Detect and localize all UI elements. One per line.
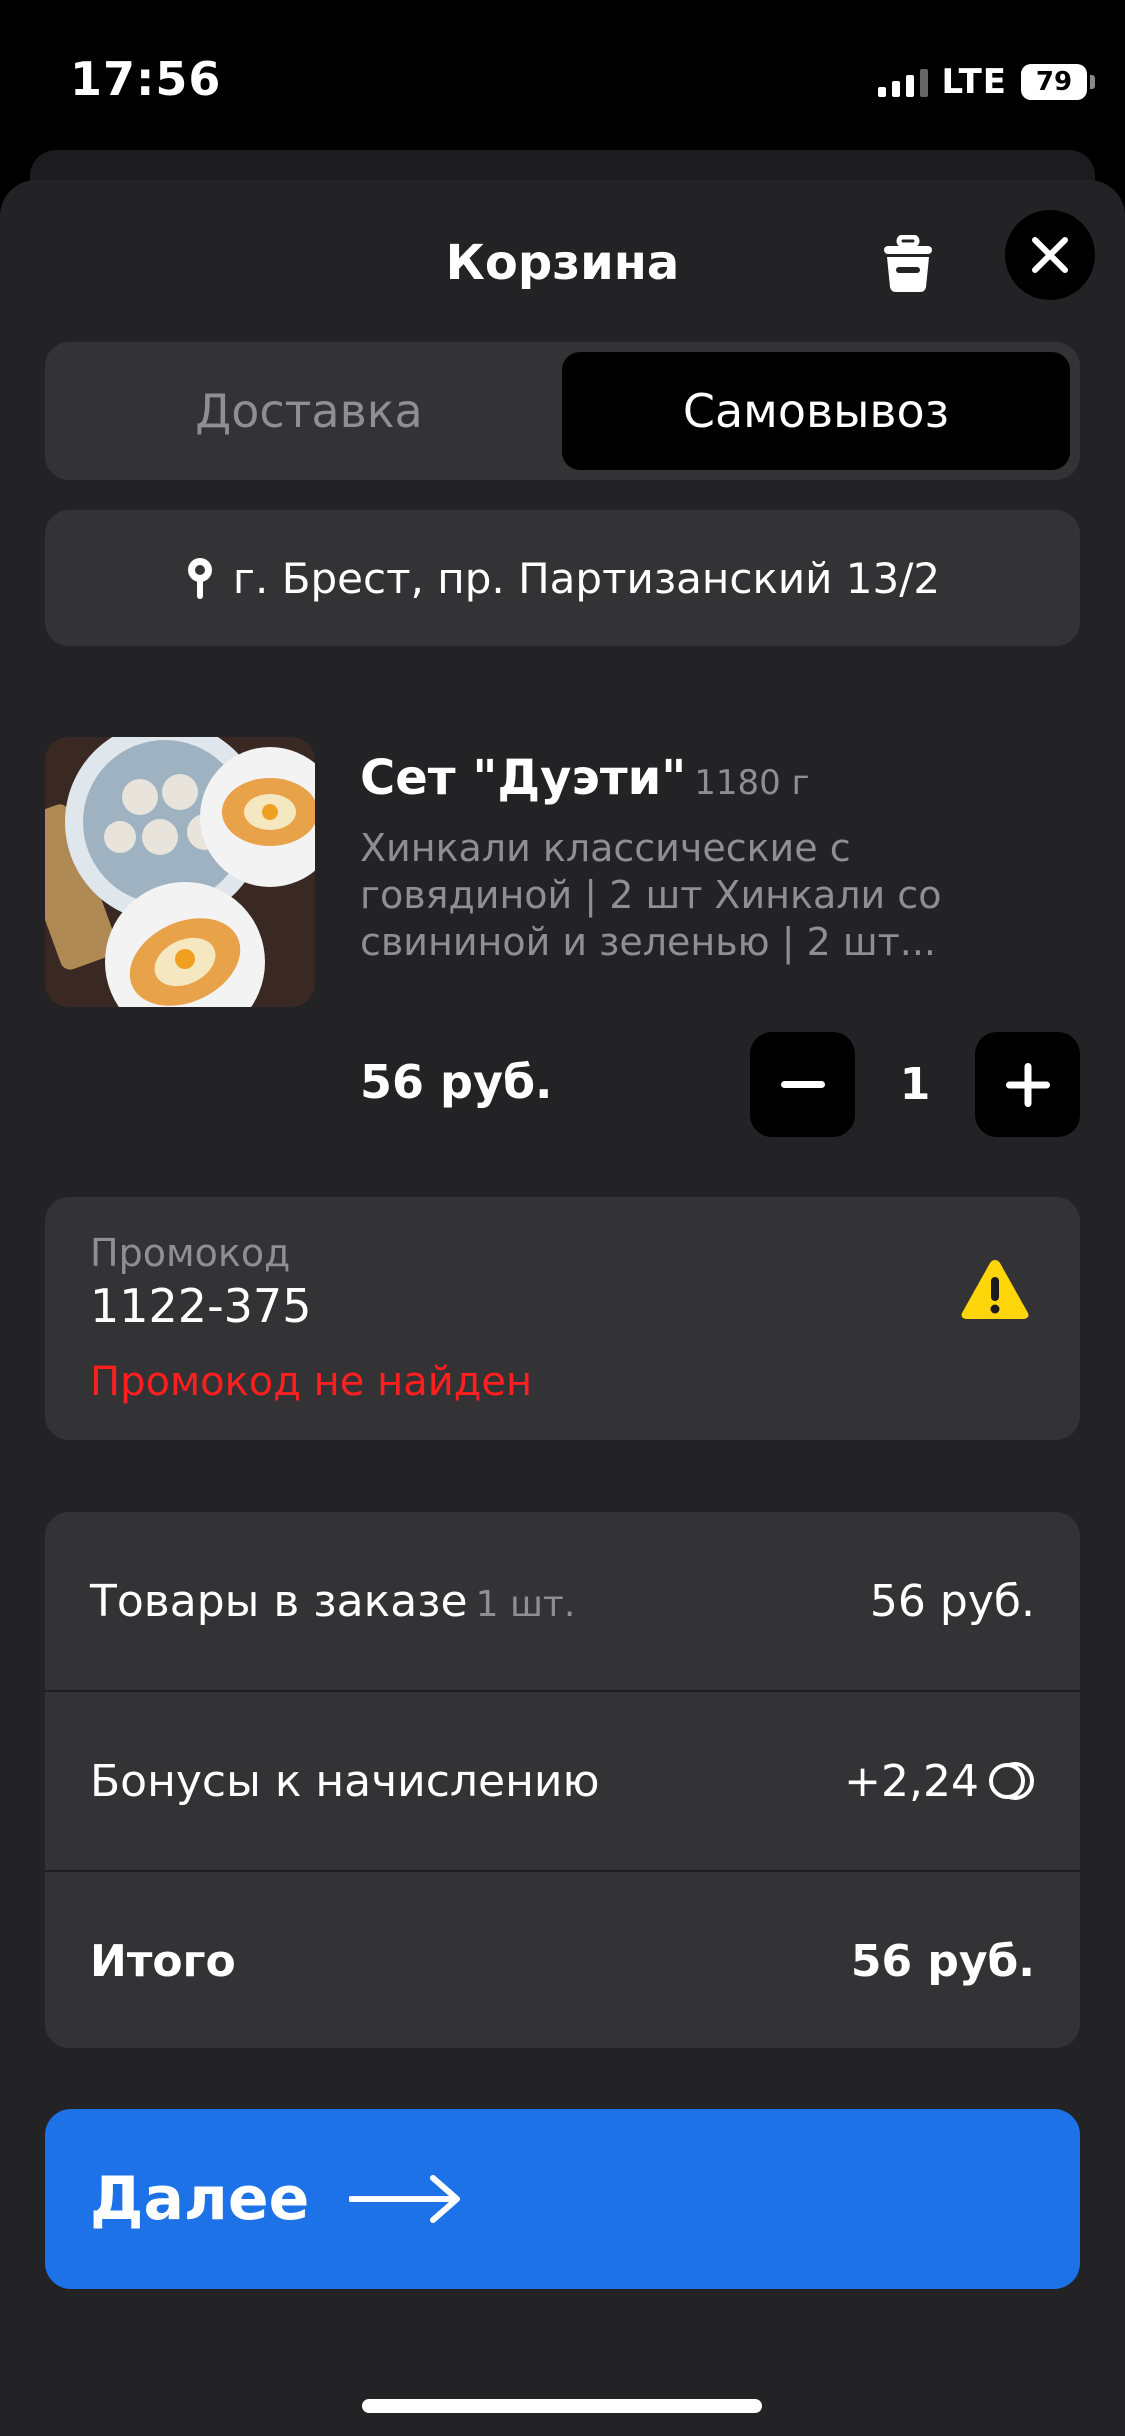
tab-delivery[interactable]: Доставка <box>55 352 563 470</box>
next-button[interactable]: Далее <box>45 2109 1080 2289</box>
quantity-value: 1 <box>899 1059 931 1110</box>
arrow-right-icon <box>349 2175 461 2223</box>
bonus-coin-icon <box>989 1762 1034 1800</box>
next-button-label: Далее <box>90 2164 310 2234</box>
order-type-toggle: Доставка Самовывоз <box>45 342 1080 480</box>
summary-items-label: Товары в заказе <box>90 1575 468 1627</box>
promo-code-input[interactable]: 1122-375 <box>90 1279 311 1333</box>
order-summary: Товары в заказе 1 шт. 56 руб. Бонусы к на… <box>45 1512 1080 2048</box>
page-title: Корзина <box>445 235 680 291</box>
summary-items-row: Товары в заказе 1 шт. 56 руб. <box>45 1512 1080 1690</box>
product-title: Сет "Дуэти" 1180 г <box>360 750 809 806</box>
minus-icon <box>780 1080 825 1088</box>
tab-pickup[interactable]: Самовывоз <box>562 352 1070 470</box>
summary-total-value: 56 руб. <box>850 1935 1035 1987</box>
trash-icon <box>884 235 932 292</box>
promo-code-field[interactable]: Промокод 1122-375 Промокод не найден <box>45 1197 1080 1440</box>
status-bar: 17:56 LTE 79 <box>0 0 1125 150</box>
summary-bonus-value: +2,24 <box>844 1755 979 1807</box>
summary-bonus-row: Бонусы к начислению +2,24 <box>45 1692 1080 1870</box>
summary-bonus-label: Бонусы к начислению <box>90 1755 600 1807</box>
product-image <box>45 737 315 1007</box>
address-text: г. Брест, пр. Партизанский 13/2 <box>232 553 941 603</box>
product-weight: 1180 г <box>694 763 810 803</box>
clear-cart-button[interactable] <box>878 232 938 296</box>
quantity-decrease-button[interactable] <box>750 1032 855 1137</box>
product-description: Хинкали классические с говядиной | 2 шт … <box>360 825 1040 966</box>
home-indicator[interactable] <box>362 2399 762 2413</box>
battery-level: 79 <box>1035 67 1073 97</box>
product-description-line: Хинкали классические с <box>360 826 851 870</box>
summary-total-row: Итого 56 руб. <box>45 1872 1080 2048</box>
quantity-increase-button[interactable] <box>975 1032 1080 1137</box>
product-description-line: свининой и зеленью | 2 шт... <box>360 920 937 964</box>
close-icon <box>1032 237 1068 273</box>
summary-items-count: 1 шт. <box>475 1583 576 1625</box>
product-description-line: говядиной | 2 шт Хинкали со <box>360 873 942 917</box>
close-button[interactable] <box>1005 210 1095 300</box>
promo-code-label: Промокод <box>90 1231 291 1275</box>
plus-icon <box>1005 1062 1050 1107</box>
product-price: 56 руб. <box>360 1055 553 1109</box>
summary-total-label: Итого <box>90 1935 236 1987</box>
product-name: Сет "Дуэти" <box>360 750 687 806</box>
status-indicators: LTE 79 <box>877 62 1095 102</box>
status-time: 17:56 <box>70 52 222 106</box>
pickup-address[interactable]: г. Брест, пр. Партизанский 13/2 <box>45 510 1080 646</box>
cart-sheet: Корзина Доставка Самовывоз г. Брест, пр.… <box>0 180 1125 2436</box>
summary-items-value: 56 руб. <box>869 1575 1035 1627</box>
signal-icon <box>877 67 928 97</box>
promo-code-error: Промокод не найден <box>90 1359 533 1405</box>
warning-icon <box>961 1260 1029 1319</box>
network-type: LTE <box>941 62 1007 102</box>
battery-icon: 79 <box>1021 64 1095 100</box>
location-pin-icon <box>187 558 212 599</box>
